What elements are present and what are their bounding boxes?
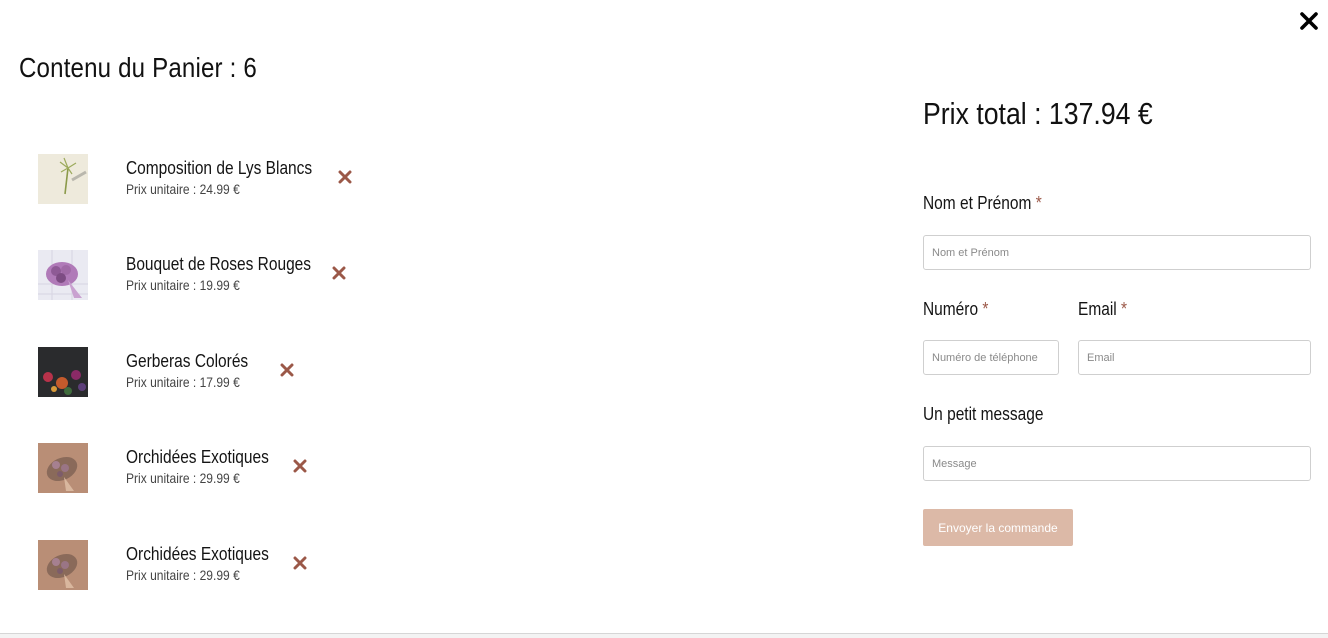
cart-item: Bouquet de Roses Rouges Prix unitaire : … (38, 250, 438, 300)
cart-item: Gerberas Colorés Prix unitaire : 17.99 € (38, 347, 438, 397)
name-input[interactable] (923, 235, 1311, 270)
email-label: Email * (1078, 299, 1127, 320)
total-price: Prix total : 137.94 € (923, 96, 1153, 131)
remove-item-button[interactable] (330, 264, 348, 282)
name-label-text: Nom et Prénom (923, 193, 1032, 213)
remove-item-button[interactable] (291, 554, 309, 572)
product-thumbnail (38, 347, 88, 397)
product-name: Bouquet de Roses Rouges (126, 254, 312, 274)
product-price: Prix unitaire : 17.99 € (126, 374, 240, 390)
product-price: Prix unitaire : 24.99 € (126, 181, 240, 197)
product-name: Orchidées Exotiques (126, 544, 269, 564)
phone-label: Numéro * (923, 299, 988, 320)
message-label: Un petit message (923, 404, 1043, 425)
required-mark: * (982, 299, 989, 319)
remove-icon (293, 459, 307, 473)
required-mark: * (1035, 193, 1042, 213)
phone-input[interactable] (923, 340, 1059, 375)
message-label-text: Un petit message (923, 404, 1044, 424)
submit-order-button[interactable]: Envoyer la commande (923, 509, 1073, 546)
close-icon (1300, 12, 1318, 30)
product-name: Gerberas Colorés (126, 351, 249, 371)
product-price: Prix unitaire : 19.99 € (126, 277, 240, 293)
email-input[interactable] (1078, 340, 1311, 375)
cart-title: Contenu du Panier : 6 (19, 52, 257, 83)
email-label-text: Email (1078, 299, 1117, 319)
phone-label-text: Numéro (923, 299, 979, 319)
cart-item: Orchidées Exotiques Prix unitaire : 29.9… (38, 443, 438, 493)
product-price: Prix unitaire : 29.99 € (126, 567, 240, 583)
product-thumbnail (38, 154, 88, 204)
cart-item: Composition de Lys Blancs Prix unitaire … (38, 154, 438, 204)
product-name: Orchidées Exotiques (126, 447, 269, 467)
remove-icon (338, 170, 352, 184)
product-price: Prix unitaire : 29.99 € (126, 470, 240, 486)
product-thumbnail (38, 540, 88, 590)
remove-icon (293, 556, 307, 570)
remove-item-button[interactable] (278, 361, 296, 379)
required-mark: * (1121, 299, 1128, 319)
remove-icon (280, 363, 294, 377)
cart-item: Orchidées Exotiques Prix unitaire : 29.9… (38, 540, 438, 590)
page-edge-divider (0, 633, 1328, 638)
remove-icon (332, 266, 346, 280)
close-button[interactable] (1297, 9, 1321, 33)
name-label: Nom et Prénom * (923, 193, 1042, 214)
product-name: Composition de Lys Blancs (126, 158, 313, 178)
remove-item-button[interactable] (336, 168, 354, 186)
product-thumbnail (38, 250, 88, 300)
product-thumbnail (38, 443, 88, 493)
remove-item-button[interactable] (291, 457, 309, 475)
message-input[interactable] (923, 446, 1311, 481)
